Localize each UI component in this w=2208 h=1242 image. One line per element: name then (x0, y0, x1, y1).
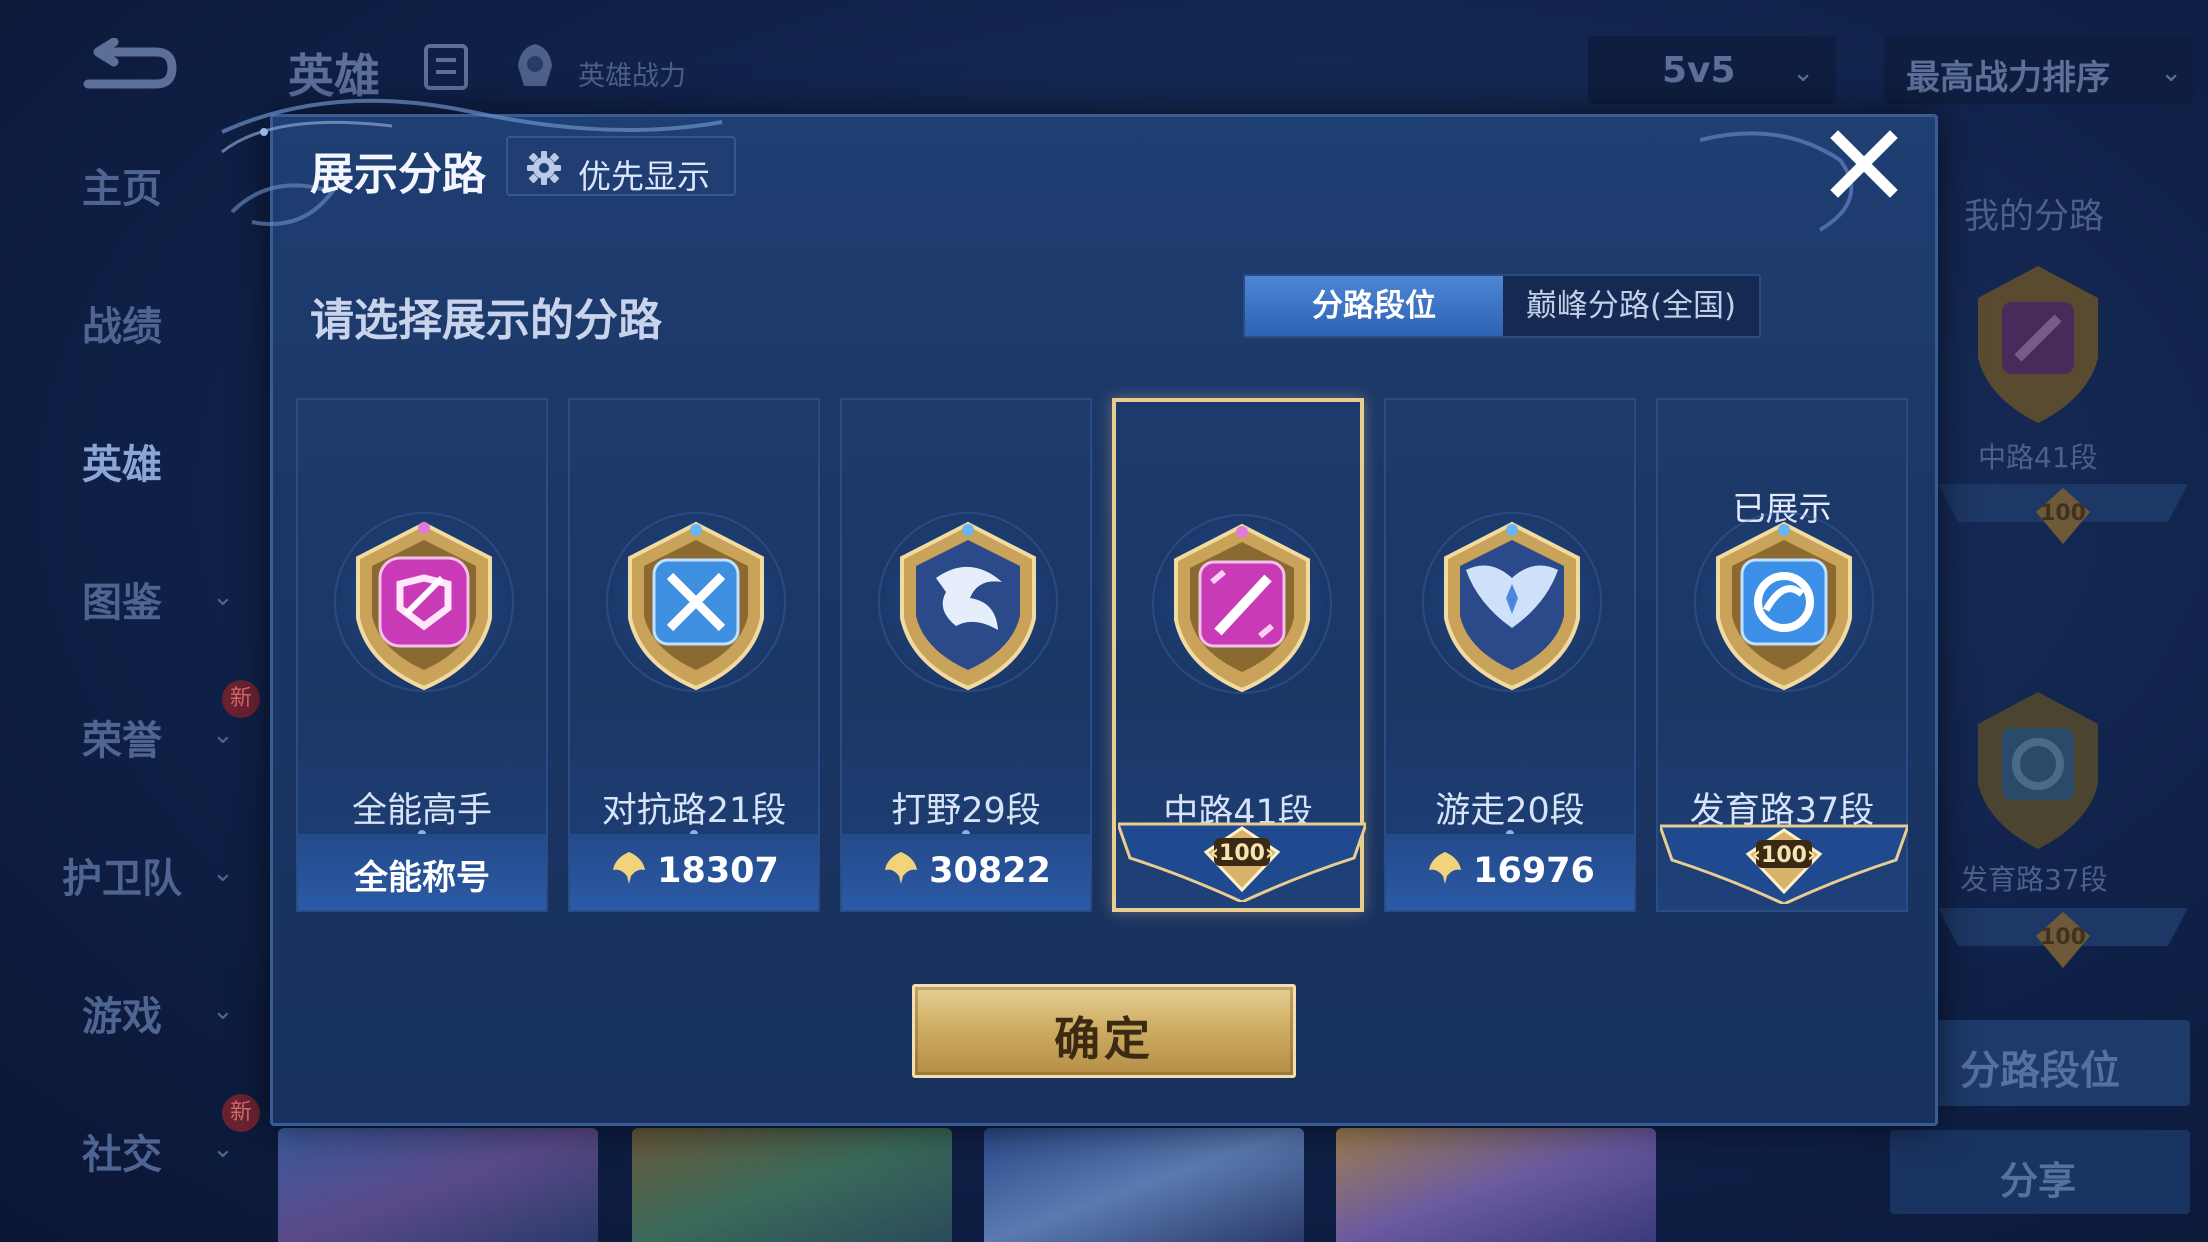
mid-lane-emblem-icon (1978, 266, 2098, 423)
sidebar-item-label: 主页 (82, 166, 162, 212)
sidebar-item-guard[interactable]: 护卫队 ⌄ (0, 830, 260, 910)
sidebar-item-label: 英雄 (82, 442, 162, 488)
chevron-down-icon: ⌄ (212, 582, 234, 612)
sidebar-item-honor[interactable]: 荣誉 ⌄ 新 (0, 680, 260, 772)
sidebar-item-label: 社交 (82, 1132, 162, 1178)
lane-name: 游走20段 (1435, 791, 1585, 831)
sidebar-item-heroes[interactable]: 英雄 (0, 416, 260, 496)
hero-card-image[interactable] (632, 1128, 952, 1242)
rank-plaque-icon: ‹100› (1118, 822, 1366, 902)
my-lane-label: 中路41段 (1978, 441, 2098, 474)
roam-emblem-icon (1444, 521, 1580, 690)
sidebar-item-home[interactable]: 主页 (0, 140, 260, 220)
sidebar-item-records[interactable]: 战绩 (0, 278, 260, 358)
lane-tabs: 分路段位 巅峰分路(全国) (1243, 274, 1761, 338)
hero-card-image[interactable] (278, 1128, 598, 1242)
lane-score-value: 30822 (929, 851, 1051, 891)
sidebar-item-label: 图鉴 (82, 580, 162, 626)
tab-peak-lane[interactable]: 巅峰分路(全国) (1503, 276, 1759, 336)
lane-card-mid[interactable]: 中路41段 ‹100› (1112, 398, 1366, 912)
gear-icon (527, 151, 561, 185)
lane-score: 30822 (842, 850, 1090, 891)
lane-name: 全能高手 (351, 791, 492, 831)
svg-text:‹100›: ‹100› (1210, 841, 1274, 866)
hero-card-image[interactable] (1336, 1128, 1656, 1242)
top-lane-emblem-icon (628, 521, 764, 690)
lane-card-top[interactable]: 对抗路21段 18307 (568, 398, 820, 912)
page-title: 英雄 (288, 49, 380, 103)
title-label: 全能称号 (354, 858, 490, 898)
sort-select[interactable]: 最高战力排序 ⌄ (1884, 36, 2194, 104)
lane-rank-button-label: 分路段位 (1960, 1048, 2120, 1094)
lane-card-roam[interactable]: 游走20段 16976 (1384, 398, 1636, 912)
chevron-down-icon: ⌄ (1792, 58, 1814, 88)
list-icon[interactable] (424, 44, 468, 90)
lane-card-adc[interactable]: 已展示 发育路37段 ‹100› (1656, 398, 1908, 912)
mode-select[interactable]: 5v5 ⌄ (1588, 36, 1836, 104)
chevron-down-icon: ⌄ (2160, 58, 2182, 88)
plaque-icon: 100 (1938, 484, 2188, 544)
chevron-down-icon: ⌄ (212, 720, 234, 750)
close-icon[interactable] (1828, 128, 1900, 200)
new-badge: 新 (222, 680, 260, 718)
rank-plaque-icon: ‹100› (1660, 824, 1908, 904)
svg-text:‹100›: ‹100› (1752, 843, 1816, 868)
sidebar-item-codex[interactable]: 图鉴 ⌄ (0, 554, 260, 634)
svg-text:100: 100 (2040, 501, 2086, 526)
lane-name: 打野29段 (891, 791, 1041, 831)
lane-score-value: 18307 (657, 851, 779, 891)
dialog-title: 展示分路 (310, 149, 486, 200)
hero-power-icon (518, 44, 552, 86)
my-lane-label: 发育路37段 (1960, 863, 2108, 896)
hero-power-label[interactable]: 英雄战力 (578, 54, 686, 93)
power-leaf-icon (885, 852, 918, 884)
power-leaf-icon (613, 852, 646, 884)
sidebar-item-social[interactable]: 社交 ⌄ 新 (0, 1094, 260, 1186)
adc-lane-emblem-icon (1716, 521, 1852, 690)
sidebar-item-label: 游戏 (82, 994, 162, 1040)
mid-lane-emblem-icon (1174, 523, 1310, 692)
sidebar-item-label: 护卫队 (62, 856, 182, 902)
lane-name: 对抗路21段 (601, 791, 787, 831)
lane-score: 16976 (1386, 850, 1634, 891)
chevron-down-icon: ⌄ (212, 996, 234, 1026)
all-round-emblem-icon (356, 521, 492, 690)
lane-card-jungle[interactable]: 打野29段 30822 (840, 398, 1092, 912)
power-leaf-icon (1429, 852, 1462, 884)
sidebar-item-label: 战绩 (82, 304, 162, 350)
jungle-emblem-icon (900, 521, 1036, 690)
plaque-icon: 100 (1938, 908, 2188, 968)
back-icon[interactable] (68, 38, 180, 94)
lane-score-value: 16976 (1473, 851, 1595, 891)
chevron-down-icon: ⌄ (212, 858, 234, 888)
sidebar-item-games[interactable]: 游戏 ⌄ (0, 968, 260, 1048)
select-lane-prompt: 请选择展示的分路 (310, 295, 662, 346)
lane-score: 18307 (570, 850, 818, 891)
lane-card-all-round[interactable]: 全能高手 全能称号 (296, 398, 548, 912)
sort-value: 最高战力排序 (1906, 58, 2110, 98)
adc-lane-emblem-icon (1978, 692, 2098, 849)
confirm-button[interactable]: 确定 (912, 984, 1296, 1078)
mode-value: 5v5 (1662, 50, 1736, 91)
share-button[interactable]: 分享 (1890, 1130, 2190, 1214)
my-lanes-title: 我的分路 (1964, 197, 2105, 237)
confirm-button-label: 确定 (1054, 1012, 1154, 1066)
priority-display-label: 优先显示 (578, 157, 710, 196)
tab-lane-rank[interactable]: 分路段位 (1245, 276, 1503, 336)
new-badge: 新 (222, 1094, 260, 1132)
chevron-down-icon: ⌄ (212, 1134, 234, 1164)
priority-display-button[interactable]: 优先显示 (506, 136, 736, 196)
sidebar-item-label: 荣誉 (82, 718, 162, 764)
hero-card-image[interactable] (984, 1128, 1304, 1242)
share-button-label: 分享 (2000, 1159, 2077, 1203)
svg-text:100: 100 (2040, 925, 2086, 950)
